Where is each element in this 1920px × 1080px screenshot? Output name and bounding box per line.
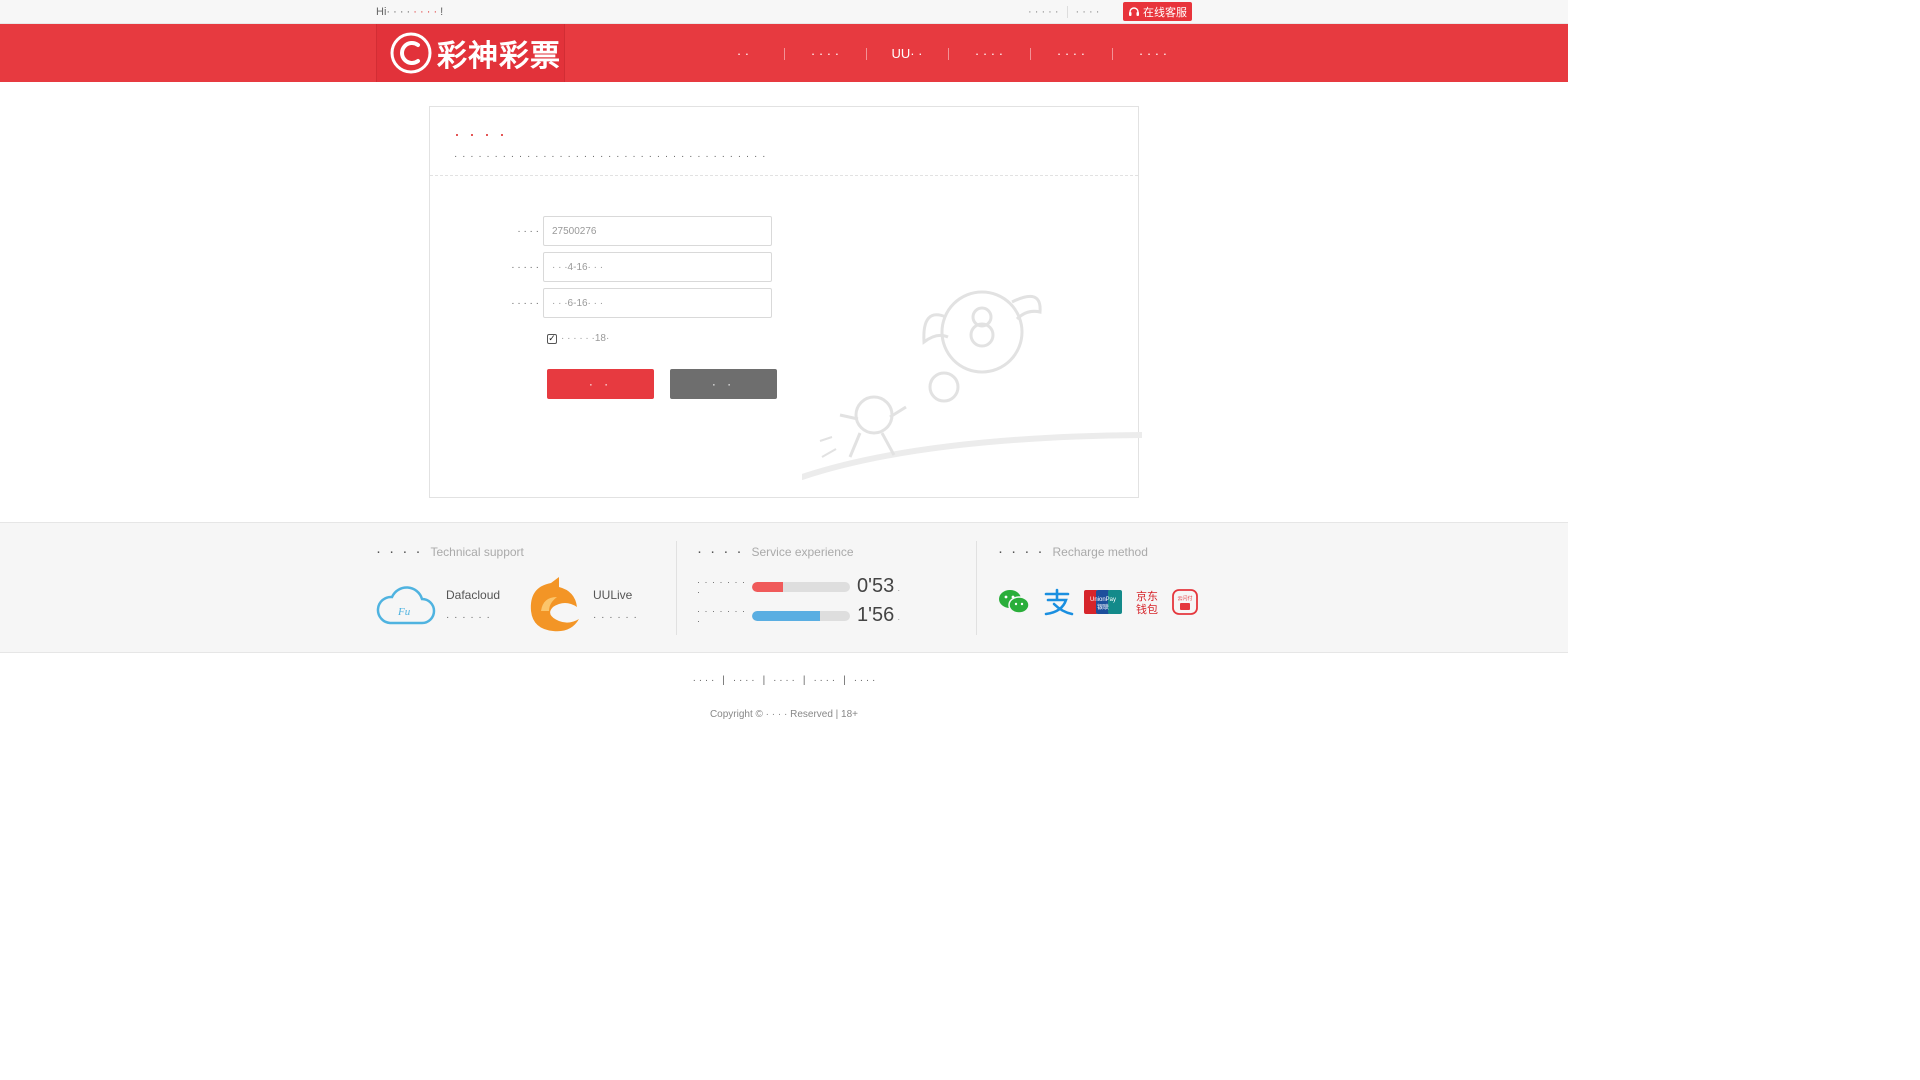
account-label: · · · · [517, 225, 539, 237]
footer-link-3[interactable]: · · · · [773, 675, 795, 686]
greeting: Hi· · · · · · · · ! [376, 6, 443, 18]
logo-text: 彩神彩票 [437, 40, 561, 73]
recharge-subtitle: Recharge method [1052, 545, 1148, 559]
brand-dafacloud[interactable]: Fu Dafacloud · · · · · · [376, 583, 500, 627]
online-service-button[interactable]: 在线客服 [1123, 2, 1192, 21]
withdraw-speed-unit: · [897, 614, 901, 624]
age-agreement: ✓ · · · · · ·18· [547, 333, 609, 344]
password-label: · · · · · [511, 261, 539, 273]
page-title: · · · · [454, 124, 507, 144]
submit-button[interactable]: · · [547, 369, 654, 399]
panel-header: · · · · · · · · · · · · · · · · · · · · … [430, 107, 1138, 176]
greeting-text: · · · · [386, 6, 411, 18]
recharge-title: · · · · [998, 543, 1045, 560]
greeting-suffix: ! [440, 6, 444, 18]
svg-text:钱包: 钱包 [1136, 602, 1158, 615]
cloud-icon: Fu [376, 586, 436, 625]
section-divider [976, 541, 977, 635]
top-link-1[interactable]: · · · · · [1028, 6, 1059, 18]
register-panel: · · · · · · · · · · · · · · · · · · · · … [429, 106, 1142, 498]
main-nav: · · · · · · UU· · · · · · · · · · · · · … [702, 24, 1194, 82]
section-divider [676, 541, 677, 635]
top-link-2[interactable]: · · · · [1076, 6, 1100, 18]
deposit-speed-label: · · · · · · · · [697, 576, 746, 597]
account-input[interactable]: 27500276 [543, 216, 772, 246]
svg-text:Fu: Fu [397, 606, 411, 618]
greeting-prefix: Hi [376, 6, 387, 18]
service-subtitle: Service experience [751, 545, 854, 559]
confirm-password-label: · · · · · [511, 297, 539, 309]
svg-text:京东: 京东 [1136, 589, 1158, 603]
nav-item-2[interactable]: · · · · [784, 46, 866, 61]
copyright: Copyright © · · · · Reserved | 18+ [709, 709, 859, 720]
deposit-speed-row: · · · · · · · · 0'53 · [697, 575, 900, 598]
brand-uulive[interactable]: UULive · · · · · · [525, 577, 638, 633]
withdraw-speed-label: · · · · · · · · [697, 605, 746, 626]
confirm-password-input[interactable]: · · ·6-16· · · [543, 288, 772, 318]
tech-support-section: · · · · Technical support Fu Dafacloud · … [376, 523, 666, 654]
lucky-ball-mascot-illustration [802, 290, 1142, 480]
brand-caption-dafacloud: · · · · · · [446, 611, 491, 623]
top-bar: Hi· · · · · · · · ! · · · · · · · · · 在线客… [0, 0, 1568, 24]
footer-link-1[interactable]: · · · · [693, 675, 715, 686]
tech-support-heading: · · · · Technical support [376, 543, 524, 560]
footer-link-2[interactable]: · · · · [733, 675, 755, 686]
reset-button[interactable]: · · [670, 369, 777, 399]
deposit-speed-fill [752, 581, 784, 592]
age-checkbox[interactable]: ✓ [547, 333, 557, 344]
brand-name-uulive: UULive [593, 587, 633, 602]
nav-item-5[interactable]: · · · · [1030, 46, 1112, 61]
form-row-account: · · · · 27500276 [430, 216, 772, 246]
unionpay-icon: UnionPay 银联 [1084, 590, 1122, 614]
fox-icon [530, 577, 579, 632]
deposit-speed-value: 0'53 [857, 575, 895, 597]
withdraw-speed-bar [752, 610, 850, 621]
withdraw-speed-fill [752, 610, 820, 621]
logo[interactable]: 彩神彩票 [376, 24, 565, 82]
headset-icon [1129, 6, 1139, 16]
info-strip: · · · · Technical support Fu Dafacloud · … [0, 522, 1568, 653]
age-agreement-text: · · · · · ·18· [561, 333, 610, 344]
recharge-heading: · · · · Recharge method [998, 543, 1148, 560]
service-title: · · · · [697, 543, 744, 560]
brand-name-dafacloud: Dafacloud [446, 587, 501, 602]
svg-text:UnionPay: UnionPay [1090, 597, 1116, 603]
footer-link-4[interactable]: · · · · [813, 675, 835, 686]
tech-support-subtitle: Technical support [430, 545, 524, 559]
alipay-icon [1044, 588, 1074, 616]
service-experience-section: · · · · Service experience · · · · · · · … [697, 523, 967, 654]
withdraw-speed-value: 1'56 [857, 604, 895, 626]
top-link-divider [1066, 6, 1068, 19]
svg-text:云闪付: 云闪付 [1177, 595, 1192, 602]
form-row-password: · · · · · · · ·4-16· · · [430, 252, 772, 282]
service-heading: · · · · Service experience [697, 543, 854, 560]
svg-text:银联: 银联 [1097, 603, 1109, 611]
login-link[interactable]: · · · · [413, 6, 437, 18]
nav-item-home[interactable]: · · [702, 46, 784, 61]
brand-caption-uulive: · · · · · · [593, 611, 638, 623]
nav-item-6[interactable]: · · · · [1112, 46, 1194, 61]
deposit-speed-unit: · [897, 585, 901, 595]
logo-c-icon [390, 32, 432, 74]
cloud-quickpass-icon: 云闪付 [1172, 589, 1198, 615]
main-header: 彩神彩票 · · · · · · UU· · · · · · · · · · ·… [0, 24, 1568, 82]
online-service-label: 在线客服 [1143, 6, 1187, 19]
nav-item-4[interactable]: · · · · [948, 46, 1030, 61]
top-links: · · · · · · · · · [1028, 6, 1100, 19]
deposit-speed-bar [752, 581, 850, 592]
jd-wallet-icon: 京东 钱包 [1136, 589, 1158, 615]
tech-support-title: · · · · [376, 543, 423, 560]
form-row-confirm: · · · · · · · ·6-16· · · [430, 288, 772, 318]
wechat-pay-icon [999, 590, 1030, 614]
withdraw-speed-row: · · · · · · · · 1'56 · [697, 604, 900, 627]
footer-link-5[interactable]: · · · · [854, 675, 876, 686]
page-subtitle: · · · · · · · · · · · · · · · · · · · · … [454, 151, 767, 162]
payment-icons: UnionPay 银联 京东 钱包 云闪付 [998, 588, 1198, 616]
footer-links: · · · · | · · · · | · · · · | · · · · | · · · · [692, 675, 876, 686]
nav-item-uu[interactable]: UU· · [866, 46, 948, 61]
password-input[interactable]: · · ·4-16· · · [543, 252, 772, 282]
